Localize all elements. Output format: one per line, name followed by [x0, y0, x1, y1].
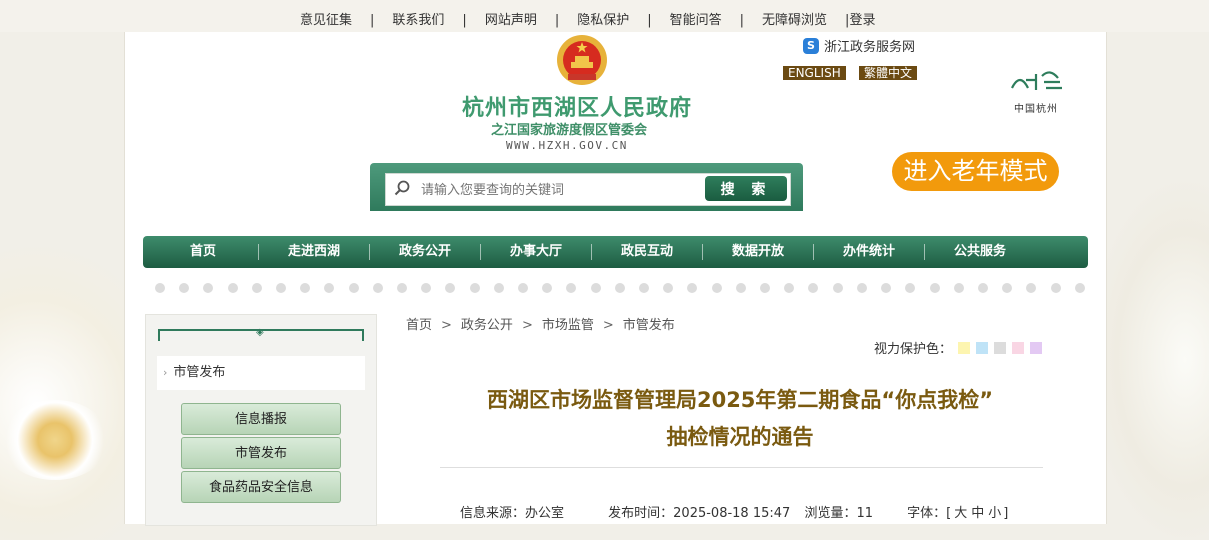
breadcrumb: 首页 > 政务公开 > 市场监管 > 市管发布 — [406, 318, 675, 333]
decorative-dots — [155, 283, 1085, 293]
national-emblem-icon — [557, 35, 607, 85]
sidebar-current-section[interactable]: › 市管发布 — [157, 356, 365, 390]
top-link-accessibility[interactable]: 无障碍浏览 — [762, 13, 827, 28]
swatch-purple[interactable] — [1030, 341, 1043, 354]
eye-protect-colors: 视力保护色： — [874, 338, 1043, 357]
elder-mode-button[interactable]: 进入老年模式 — [892, 152, 1059, 191]
search-bar: 搜 索 — [370, 163, 803, 211]
breadcrumb-home[interactable]: 首页 — [406, 318, 432, 333]
sidebar-item-market-release[interactable]: 市管发布 — [181, 437, 341, 469]
search-input[interactable] — [419, 179, 693, 201]
top-link-privacy[interactable]: 隐私保护 — [577, 13, 629, 28]
sidebar-header-ornament: ◈ — [158, 327, 364, 341]
search-icon — [394, 180, 410, 196]
login-link[interactable]: 登录 — [849, 13, 875, 28]
top-link-qa[interactable]: 智能问答 — [670, 13, 722, 28]
article-title-line1: 西湖区市场监督管理局2025年第二期食品“你点我检” — [486, 388, 994, 412]
zj-service-icon: S — [803, 37, 819, 54]
search-box: 搜 索 — [385, 173, 791, 206]
article-source: 信息来源：办公室 — [460, 506, 565, 521]
zj-link-label: 浙江政务服务网 — [824, 40, 916, 55]
nav-service-hall[interactable]: 办事大厅 — [481, 244, 592, 260]
hangzhou-logo: 中国杭州 — [1004, 66, 1068, 116]
chevron-right-icon: › — [163, 366, 168, 379]
font-size-large[interactable]: 大 — [954, 506, 967, 521]
zj-gov-service-link[interactable]: S 浙江政务服务网 — [803, 36, 915, 55]
article-date: 发布时间：2025-08-18 15:47 — [608, 506, 791, 521]
breadcrumb-gov-affairs[interactable]: 政务公开 — [461, 318, 513, 333]
swatch-yellow[interactable] — [958, 341, 971, 354]
site-name[interactable]: 杭州市西湖区人民政府 — [462, 90, 692, 122]
swatch-pink[interactable] — [1012, 341, 1025, 354]
english-link[interactable]: ENGLISH — [783, 66, 846, 80]
top-bar: 意见征集 | 联系我们 | 网站声明 | 隐私保护 | 智能问答 | 无障碍浏览 |登录 — [0, 0, 1209, 32]
swatch-blue[interactable] — [976, 341, 989, 354]
font-size-medium[interactable]: 中 — [971, 506, 984, 521]
nav-statistics[interactable]: 办件统计 — [814, 244, 925, 260]
main-nav: 首页 走进西湖 政务公开 办事大厅 政民互动 数据开放 办件统计 公共服务 — [143, 236, 1088, 268]
sidebar-item-news[interactable]: 信息播报 — [181, 403, 341, 435]
sidebar-current-label: 市管发布 — [173, 365, 226, 380]
article-views: 浏览量：11 — [804, 506, 873, 521]
font-size-label: 字体：[ — [907, 506, 952, 521]
top-link-feedback[interactable]: 意见征集 — [300, 13, 352, 28]
hangzhou-logo-icon — [1004, 66, 1068, 100]
nav-public-service[interactable]: 公共服务 — [925, 244, 1035, 260]
nav-interaction[interactable]: 政民互动 — [592, 244, 703, 260]
nav-home[interactable]: 首页 — [148, 244, 259, 260]
article-title: 西湖区市场监督管理局2025年第二期食品“你点我检” 抽检情况的通告 — [400, 382, 1080, 456]
top-link-contact[interactable]: 联系我们 — [392, 13, 444, 28]
top-link-statement[interactable]: 网站声明 — [485, 13, 537, 28]
nav-about-xihu[interactable]: 走进西湖 — [259, 244, 370, 260]
traditional-chinese-link[interactable]: 繁體中文 — [859, 66, 918, 80]
site-subtitle: 之江国家旅游度假区管委会 — [491, 123, 648, 138]
site-url: WWW.HZXH.GOV.CN — [506, 139, 628, 152]
search-button[interactable]: 搜 索 — [705, 176, 787, 201]
sidebar: ◈ › 市管发布 信息播报 市管发布 食品药品安全信息 — [145, 314, 377, 526]
hangzhou-logo-text: 中国杭州 — [1014, 104, 1058, 115]
sidebar-item-food-drug-safety[interactable]: 食品药品安全信息 — [181, 471, 341, 503]
background-flower-right — [1089, 180, 1209, 540]
nav-gov-affairs[interactable]: 政务公开 — [370, 244, 481, 260]
font-size-small[interactable]: 小 — [988, 506, 1001, 521]
article-meta: 信息来源：办公室 发布时间：2025-08-18 15:47 浏览量：11 字体… — [460, 506, 1009, 521]
top-links: 意见征集 | 联系我们 | 网站声明 | 隐私保护 | 智能问答 | 无障碍浏览 |登录 — [300, 13, 876, 28]
breadcrumb-market-release[interactable]: 市管发布 — [623, 318, 675, 333]
breadcrumb-market-supervision[interactable]: 市场监管 — [542, 318, 594, 333]
swatch-gray[interactable] — [994, 341, 1007, 354]
eye-protect-label: 视力保护色： — [874, 342, 953, 357]
article-title-line2: 抽检情况的通告 — [666, 425, 814, 449]
nav-open-data[interactable]: 数据开放 — [703, 244, 814, 260]
title-divider — [440, 467, 1043, 468]
